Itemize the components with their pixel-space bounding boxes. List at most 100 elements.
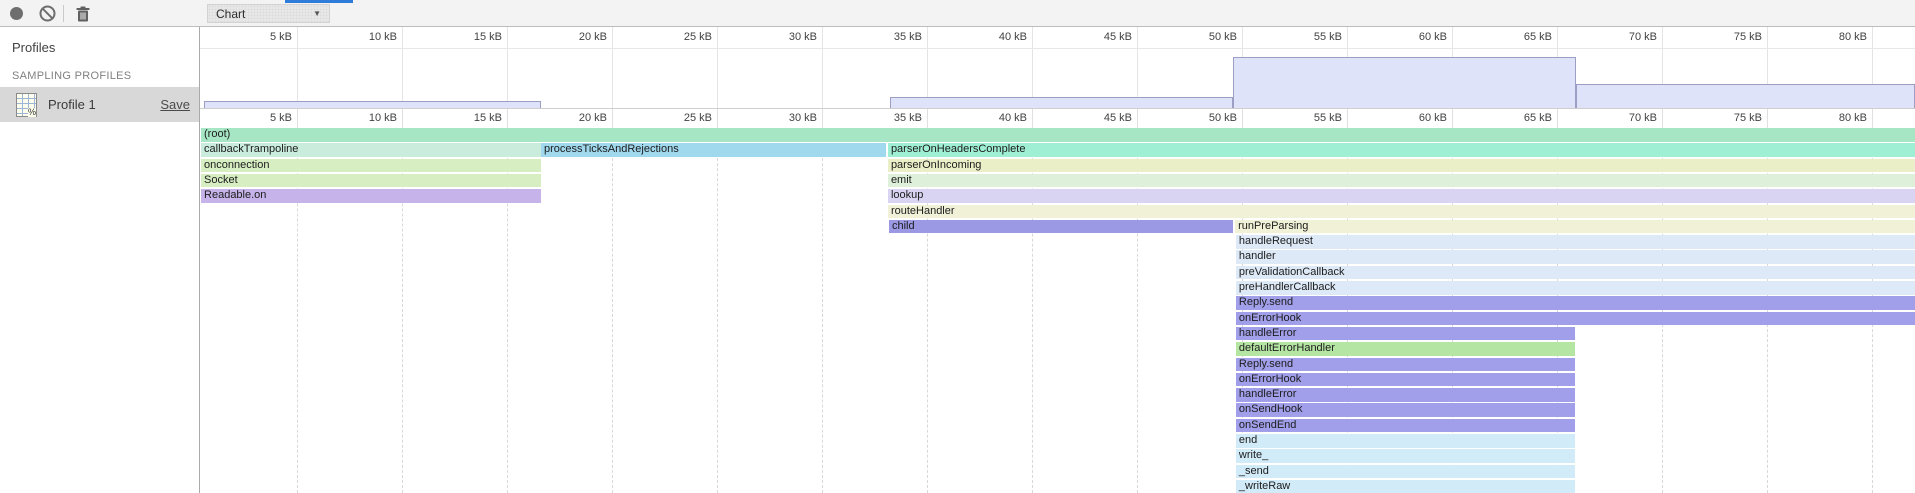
ruler-tick-label: 15 kB: [474, 31, 502, 43]
sidebar-item-profile-1[interactable]: % Profile 1 Save: [0, 87, 199, 122]
frame-reply-send[interactable]: Reply.send: [1236, 358, 1575, 372]
frame-handleerror[interactable]: handleError: [1236, 327, 1575, 341]
ruler-tick-label: 35 kB: [894, 112, 922, 124]
frame-defaulterrorhandler[interactable]: defaultErrorHandler: [1236, 342, 1575, 356]
frame-processticksandrejections[interactable]: processTicksAndRejections: [541, 143, 886, 157]
frame--root-[interactable]: (root): [201, 128, 1915, 142]
overview-area-segment: [204, 101, 541, 108]
ruler-tick-label: 60 kB: [1419, 112, 1447, 124]
frame-socket[interactable]: Socket: [201, 174, 541, 188]
overview-ruler-divider: [200, 48, 1915, 49]
frame-handler[interactable]: handler: [1236, 250, 1915, 264]
ruler-tick-label: 50 kB: [1209, 112, 1237, 124]
gridline: [927, 27, 928, 108]
gridline: [1137, 27, 1138, 108]
gridline: [402, 109, 403, 128]
gridline: [822, 128, 823, 493]
gridline: [612, 128, 613, 493]
frame-handlerequest[interactable]: handleRequest: [1236, 235, 1915, 249]
record-icon[interactable]: [6, 0, 26, 27]
ruler-tick-label: 80 kB: [1839, 112, 1867, 124]
ruler-tick-label: 80 kB: [1839, 31, 1867, 43]
profile-name: Profile 1: [48, 97, 96, 112]
ruler-tick-label: 70 kB: [1629, 112, 1657, 124]
chart-pane: 5 kB10 kB15 kB20 kB25 kB30 kB35 kB40 kB4…: [200, 27, 1915, 493]
frame-emit[interactable]: emit: [888, 174, 1915, 188]
toolbar: Chart ▼: [0, 0, 1915, 27]
overview-area-segment: [890, 97, 1233, 108]
profile-icon: %: [16, 93, 37, 117]
gridline: [612, 109, 613, 128]
gridline: [1032, 109, 1033, 128]
ruler-tick-label: 25 kB: [684, 112, 712, 124]
ruler-tick-label: 75 kB: [1734, 112, 1762, 124]
trash-glyph: [76, 6, 90, 22]
ruler-tick-label: 55 kB: [1314, 112, 1342, 124]
ruler-tick-label: 70 kB: [1629, 31, 1657, 43]
gridline: [717, 27, 718, 108]
gridline: [1767, 109, 1768, 128]
gridline: [1137, 109, 1138, 128]
overview-area-segment: [1233, 57, 1576, 108]
frame-onerrorhook[interactable]: onErrorHook: [1236, 312, 1915, 326]
frame-write-[interactable]: write_: [1236, 449, 1575, 463]
frame-child[interactable]: child: [889, 220, 1233, 234]
frame--send[interactable]: _send: [1236, 465, 1575, 479]
frame-lookup[interactable]: lookup: [888, 189, 1915, 203]
frame-prehandlercallback[interactable]: preHandlerCallback: [1236, 281, 1915, 295]
frame-routehandler[interactable]: routeHandler: [888, 205, 1915, 219]
gridline: [612, 27, 613, 108]
ruler-tick-label: 55 kB: [1314, 31, 1342, 43]
frame-handleerror[interactable]: handleError: [1236, 388, 1575, 402]
ruler-tick-label: 10 kB: [369, 112, 397, 124]
devtools-profiler-panel: Chart ▼ Profiles SAMPLING PROFILES % Pro…: [0, 0, 1915, 493]
gridline: [507, 109, 508, 128]
ruler-tick-label: 75 kB: [1734, 31, 1762, 43]
frame-onsendhook[interactable]: onSendHook: [1236, 403, 1575, 417]
gridline: [402, 27, 403, 108]
ruler-tick-label: 40 kB: [999, 112, 1027, 124]
overview-area-segment: [1576, 84, 1915, 108]
ruler-tick-label: 5 kB: [270, 31, 292, 43]
view-mode-select[interactable]: Chart ▼: [207, 4, 330, 23]
frame-readable-on[interactable]: Readable.on: [201, 189, 541, 203]
frame-prevalidationcallback[interactable]: preValidationCallback: [1236, 266, 1915, 280]
ruler-tick-label: 30 kB: [789, 31, 817, 43]
gridline: [297, 27, 298, 108]
gridline: [1452, 109, 1453, 128]
save-link[interactable]: Save: [160, 97, 190, 112]
frame-onconnection[interactable]: onconnection: [201, 159, 541, 173]
ruler-tick-label: 60 kB: [1419, 31, 1447, 43]
ruler-tick-label: 10 kB: [369, 31, 397, 43]
ruler-tick-label: 25 kB: [684, 31, 712, 43]
frame-parseronincoming[interactable]: parserOnIncoming: [888, 159, 1915, 173]
toolbar-separator: [63, 5, 64, 22]
frame-runpreparsing[interactable]: runPreParsing: [1235, 220, 1915, 234]
ruler-tick-label: 65 kB: [1524, 31, 1552, 43]
clear-icon[interactable]: [36, 0, 58, 27]
clear-glyph: [39, 5, 56, 22]
gridline: [822, 109, 823, 128]
frame-parseronheaderscomplete[interactable]: parserOnHeadersComplete: [888, 143, 1915, 157]
active-tab-indicator: [285, 0, 353, 3]
ruler-tick-label: 35 kB: [894, 31, 922, 43]
frame-onerrorhook[interactable]: onErrorHook: [1236, 373, 1575, 387]
ruler-tick-label: 30 kB: [789, 112, 817, 124]
frame-end[interactable]: end: [1236, 434, 1575, 448]
gridline: [507, 27, 508, 108]
gridline: [1032, 27, 1033, 108]
gridline: [822, 27, 823, 108]
frame-reply-send[interactable]: Reply.send: [1236, 296, 1915, 310]
gridline: [717, 128, 718, 493]
gridline: [1242, 109, 1243, 128]
frame-callbacktrampoline[interactable]: callbackTrampoline: [201, 143, 541, 157]
percent-glyph: %: [28, 108, 36, 117]
frame-onsendend[interactable]: onSendEnd: [1236, 419, 1575, 433]
ruler-tick-label: 5 kB: [270, 112, 292, 124]
gridline: [927, 109, 928, 128]
view-mode-value: Chart: [216, 7, 313, 21]
frame--writeraw[interactable]: _writeRaw: [1236, 480, 1575, 493]
chevron-down-icon: ▼: [313, 9, 321, 18]
trash-icon[interactable]: [72, 0, 94, 27]
sidebar: Profiles SAMPLING PROFILES % Profile 1 S…: [0, 27, 200, 493]
